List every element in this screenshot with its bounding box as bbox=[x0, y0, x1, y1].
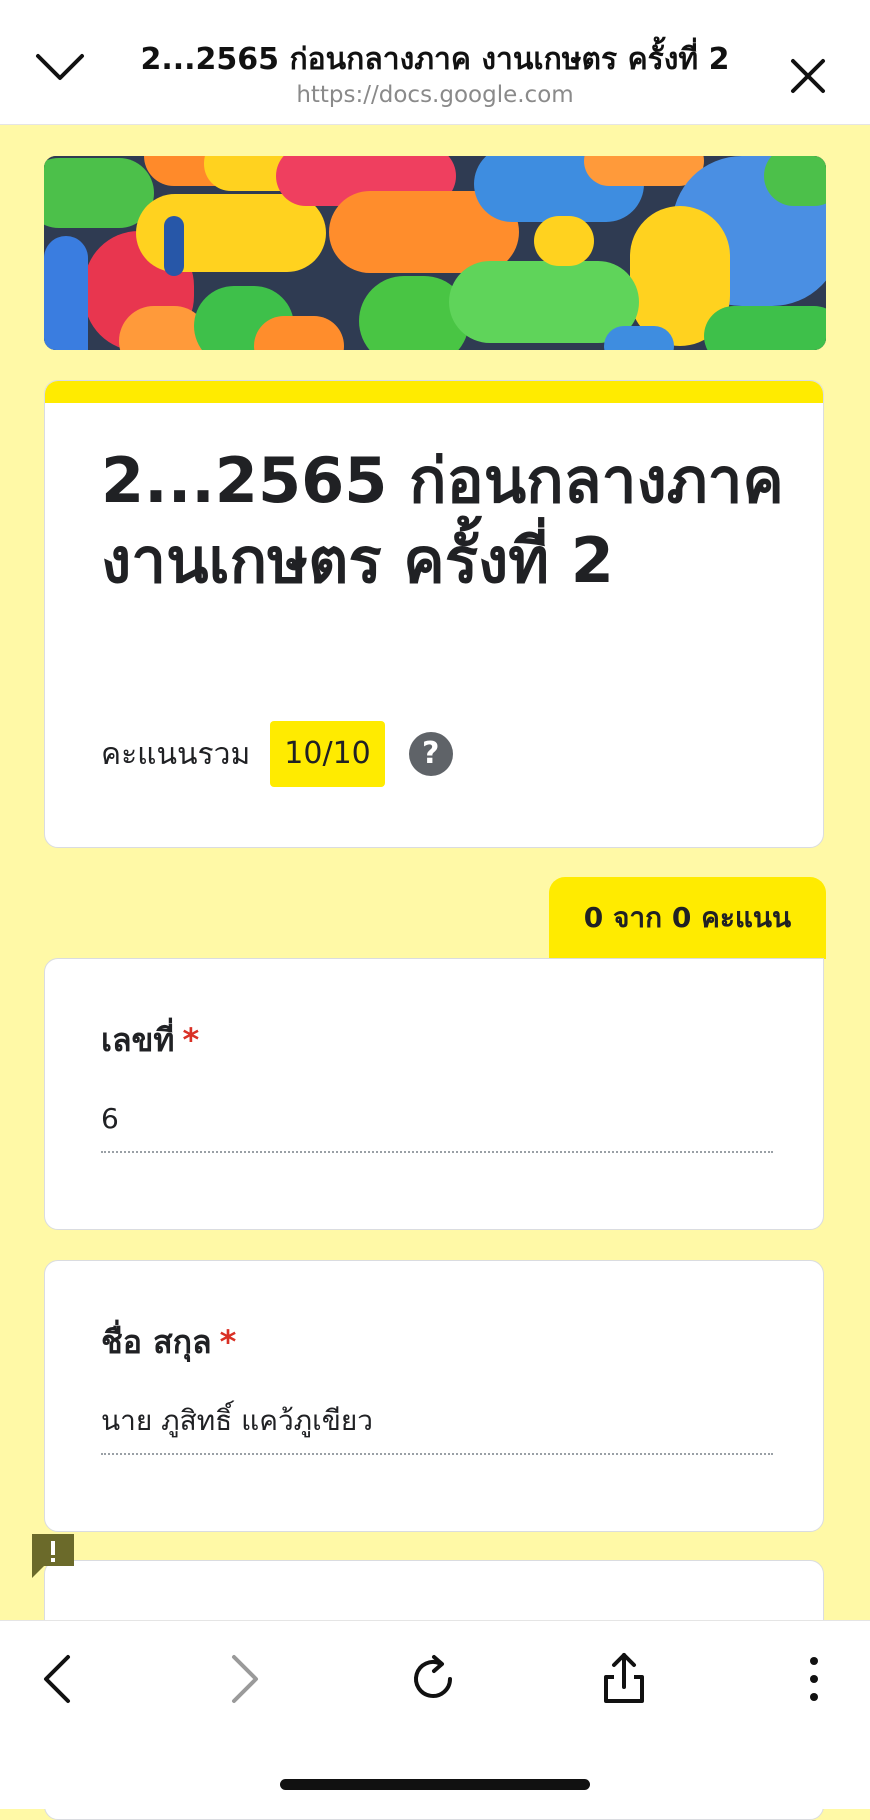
total-score-row: คะแนนรวม 10/10 ? bbox=[101, 721, 453, 787]
answer-field[interactable]: 6 bbox=[101, 1099, 773, 1153]
report-feedback-icon[interactable] bbox=[30, 1532, 76, 1578]
home-indicator bbox=[280, 1779, 590, 1790]
close-icon[interactable] bbox=[790, 58, 826, 94]
browser-url: https://docs.google.com bbox=[296, 82, 574, 108]
browser-bottom-bar bbox=[0, 1620, 870, 1809]
reload-icon[interactable] bbox=[404, 1649, 464, 1709]
browser-top-bar: 2...2565 ก่อนกลางภาค งานเกษตร ครั้งที่ 2… bbox=[0, 0, 870, 125]
required-asterisk: * bbox=[182, 1021, 200, 1059]
question-label-text: ชื่อ สกุล bbox=[101, 1323, 212, 1361]
question-label: ชื่อ สกุล * bbox=[101, 1317, 236, 1368]
question-card-name: ชื่อ สกุล * นาย ภูสิทธิ์ แคว้ภูเขียว bbox=[44, 1260, 824, 1532]
points-badge: 0 จาก 0 คะแนน bbox=[549, 877, 826, 959]
back-icon[interactable] bbox=[28, 1649, 88, 1709]
question-label: เลขที่ * bbox=[101, 1015, 199, 1066]
question-label-text: เลขที่ bbox=[101, 1021, 175, 1059]
help-icon[interactable]: ? bbox=[408, 732, 453, 776]
question-card-number: เลขที่ * 6 bbox=[44, 958, 824, 1230]
form-title-card: 2...2565 ก่อนกลางภาค งานเกษตร ครั้งที่ 2… bbox=[44, 380, 824, 848]
answer-field[interactable]: นาย ภูสิทธิ์ แคว้ภูเขียว bbox=[101, 1401, 773, 1455]
accent-stripe bbox=[45, 381, 823, 403]
chevron-down-icon[interactable] bbox=[34, 48, 86, 88]
share-icon[interactable] bbox=[594, 1649, 654, 1709]
form-title: 2...2565 ก่อนกลางภาค งานเกษตร ครั้งที่ 2 bbox=[101, 444, 784, 597]
more-icon[interactable] bbox=[784, 1649, 844, 1709]
form-header-image bbox=[44, 156, 826, 350]
forward-icon[interactable] bbox=[214, 1649, 274, 1709]
browser-page-title: 2...2565 ก่อนกลางภาค งานเกษตร ครั้งที่ 2 bbox=[140, 42, 730, 77]
required-asterisk: * bbox=[219, 1323, 237, 1361]
total-score-value: 10/10 bbox=[270, 721, 385, 787]
total-score-label: คะแนนรวม bbox=[101, 736, 251, 772]
